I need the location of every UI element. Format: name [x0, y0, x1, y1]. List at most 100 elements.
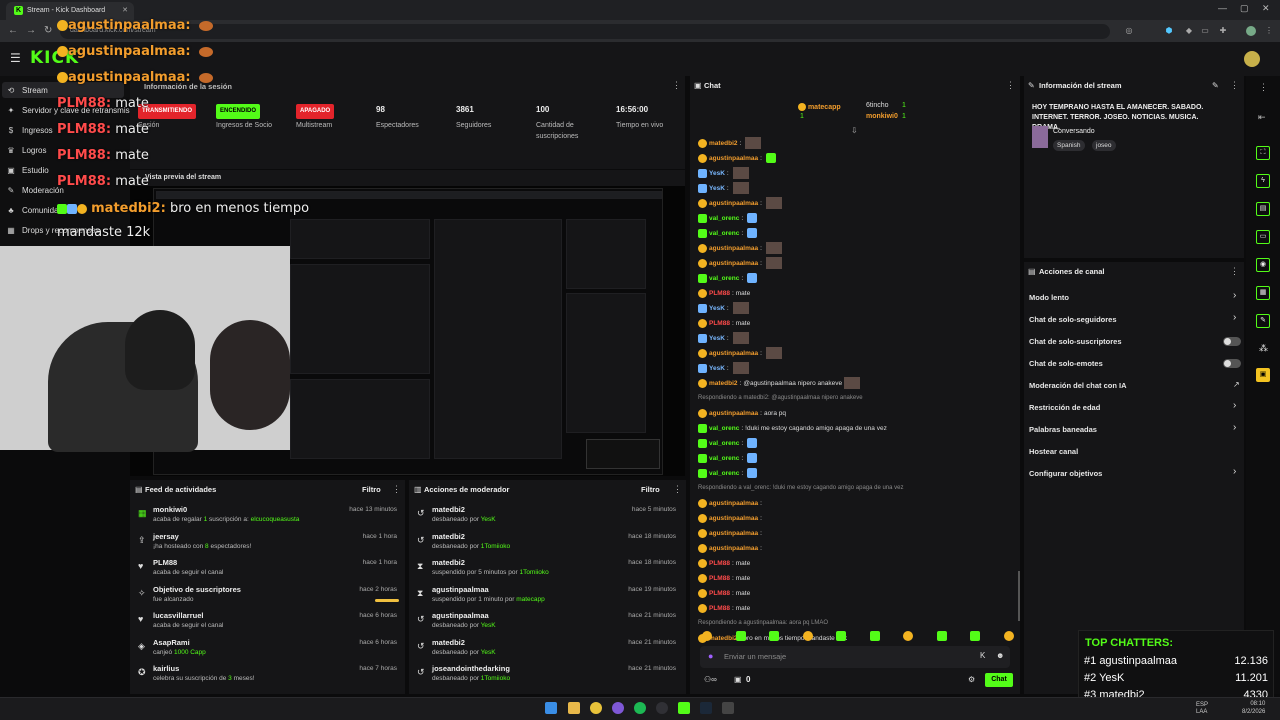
chat-username[interactable]: agustinpaalmaa [709, 410, 758, 417]
chat-username[interactable]: PLM88 [709, 560, 730, 567]
quick-emote-icon[interactable] [802, 631, 813, 641]
chat-username[interactable]: val_orenc [709, 470, 739, 477]
emote-image[interactable] [732, 362, 749, 374]
quick-emote-icon[interactable] [702, 631, 712, 641]
kick-emote-icon[interactable]: K [980, 651, 985, 660]
activity-username[interactable]: monkiwi0 [153, 505, 187, 514]
emote-icon[interactable] [747, 453, 758, 463]
emoji-icon[interactable]: ☻ [996, 651, 1004, 660]
clock[interactable]: 08:10 8/2/2026 [1242, 700, 1265, 716]
chat-message[interactable]: YesK: [698, 331, 749, 345]
chat-username[interactable]: matedbi2 [709, 380, 738, 387]
toggle-switch[interactable] [1223, 359, 1241, 368]
chat-message[interactable]: val_orenc: [698, 211, 758, 225]
activity-row[interactable]: ⇪ jeersay ¡ha hosteado con 8 espectadores!… [136, 532, 401, 558]
chat-username[interactable]: matedbi2 [709, 140, 738, 147]
chat-message[interactable]: agustinpaalmaa: [698, 511, 764, 525]
chat-message[interactable]: PLM88: mate [698, 556, 750, 570]
chat-message[interactable]: PLM88: mate [698, 316, 750, 330]
forward-icon[interactable]: → [26, 25, 36, 36]
channel-actions-menu-icon[interactable]: ⋮ [1230, 266, 1239, 277]
cast-icon[interactable]: ▭ [1200, 26, 1210, 36]
quick-emote-icon[interactable] [970, 631, 980, 641]
emote-image[interactable] [765, 257, 782, 269]
spotify-icon[interactable] [634, 702, 646, 714]
activity-username[interactable]: AsapRami [153, 638, 190, 647]
mod-target-username[interactable]: agustinpaalmaa [432, 585, 489, 594]
chrome-icon[interactable] [590, 702, 602, 714]
sidebar-item-moderación[interactable]: ✎ Moderación [6, 182, 64, 198]
chevron-right-icon[interactable]: › [1233, 290, 1236, 301]
chat-message[interactable]: YesK: [698, 301, 749, 315]
obs-icon[interactable] [656, 702, 668, 714]
channel-action-0[interactable]: Modo lento [1029, 293, 1069, 302]
chat-message[interactable]: val_orenc: [698, 226, 758, 240]
quick-emote-icon[interactable] [936, 631, 947, 641]
emote-image[interactable] [765, 347, 782, 359]
chat-message[interactable]: agustinpaalmaa: aora pq [698, 406, 786, 420]
profile-icon[interactable] [1246, 26, 1256, 36]
tag-chip[interactable]: Spanish [1053, 140, 1085, 151]
activity-row[interactable]: ♥ lucasvillarruel acaba de seguir el canal… [136, 611, 401, 637]
mod-action-row[interactable]: ↺ agustinpaalmaa desbaneado por YesK hace 2… [415, 611, 680, 637]
mod-action-row[interactable]: ⧗ matedbi2 suspendido por 5 minutos por 1T… [415, 558, 680, 584]
expand-pinned-icon[interactable]: ⇩ [851, 126, 858, 135]
mic-icon[interactable]: ● [708, 651, 713, 661]
chat-message-input[interactable]: Enviar un mensaje [700, 646, 1010, 668]
chat-username[interactable]: YesK [709, 335, 725, 342]
activity-menu-icon[interactable]: ⋮ [392, 484, 401, 495]
rail-grid-icon[interactable]: ▦ [1256, 286, 1270, 300]
rail-layout-icon[interactable]: ⛶ [1256, 146, 1270, 160]
chat-username[interactable]: PLM88 [709, 605, 730, 612]
chevron-right-icon[interactable]: › [1233, 422, 1236, 433]
emote-icon[interactable] [747, 438, 758, 448]
rail-broadcast-icon[interactable]: ◉ [1256, 258, 1270, 272]
channel-action-6[interactable]: Palabras baneadas [1029, 425, 1097, 434]
chat-username[interactable]: val_orenc [709, 215, 739, 222]
chat-message[interactable]: val_orenc: [698, 271, 758, 285]
chat-username[interactable]: YesK [709, 170, 725, 177]
edit-icon[interactable]: ✎ [1212, 81, 1219, 90]
sidebar-item-comunidad[interactable]: ♣ Comunidad [6, 202, 63, 218]
chat-username[interactable]: YesK [709, 305, 725, 312]
chat-username[interactable]: agustinpaalmaa [709, 530, 758, 537]
pinned-user-1[interactable]: matecapp [798, 103, 841, 111]
language-indicator[interactable]: ESP LAA [1196, 702, 1208, 716]
activity-row[interactable]: ▦ monkiwi0 acaba de regalar 1 suscripción … [136, 505, 401, 531]
rail-pin-icon[interactable]: ⇤ [1258, 112, 1266, 123]
toggle-switch[interactable] [1223, 337, 1241, 346]
mod-menu-icon[interactable]: ⋮ [673, 484, 682, 495]
chat-username[interactable]: YesK [709, 365, 725, 372]
extension-icon[interactable]: ⬢ [1164, 26, 1174, 36]
chat-menu-icon[interactable]: ⋮ [1006, 80, 1015, 91]
mod-action-row[interactable]: ↺ matedbi2 desbaneado por YesK hace 5 minut… [415, 505, 680, 531]
chat-username[interactable]: PLM88 [709, 320, 730, 327]
chat-username[interactable]: agustinpaalmaa [709, 260, 758, 267]
rail-people-icon[interactable]: ⁂ [1259, 343, 1268, 354]
chat-username[interactable]: val_orenc [709, 455, 739, 462]
mod-action-row[interactable]: ↺ matedbi2 desbaneado por YesK hace 21 minu… [415, 638, 680, 664]
emote-image[interactable] [745, 137, 762, 149]
quick-emote-icon[interactable] [1003, 631, 1014, 641]
chat-message[interactable]: PLM88: mate [698, 601, 750, 615]
chat-message[interactable]: val_orenc: [698, 466, 758, 480]
chat-username[interactable]: PLM88 [709, 575, 730, 582]
chat-username[interactable]: agustinpaalmaa [709, 200, 758, 207]
chat-message[interactable]: agustinpaalmaa: [698, 496, 764, 510]
mod-target-username[interactable]: agustinpaalmaa [432, 611, 489, 620]
chat-username[interactable]: agustinpaalmaa [709, 155, 758, 162]
channel-action-1[interactable]: Chat de solo-seguidores [1029, 315, 1117, 324]
quick-emote-icon[interactable] [735, 631, 746, 641]
mod-action-row[interactable]: ↺ joseandointhedarking desbaneado por 1Tom… [415, 664, 680, 690]
chevron-right-icon[interactable]: › [1233, 400, 1236, 411]
emote-image[interactable] [732, 332, 749, 344]
file-explorer-icon[interactable] [568, 702, 580, 714]
channel-action-4[interactable]: Moderación del chat con IA [1029, 381, 1127, 390]
chat-username[interactable]: PLM88 [709, 590, 730, 597]
kick-taskbar-icon[interactable] [678, 702, 690, 714]
emote-icon[interactable] [747, 273, 758, 283]
pinned-user-3[interactable]: monkiwi0 [866, 113, 898, 120]
chat-username[interactable]: agustinpaalmaa [709, 245, 758, 252]
steam-icon[interactable] [700, 702, 712, 714]
chat-message[interactable]: agustinpaalmaa: [698, 541, 764, 555]
